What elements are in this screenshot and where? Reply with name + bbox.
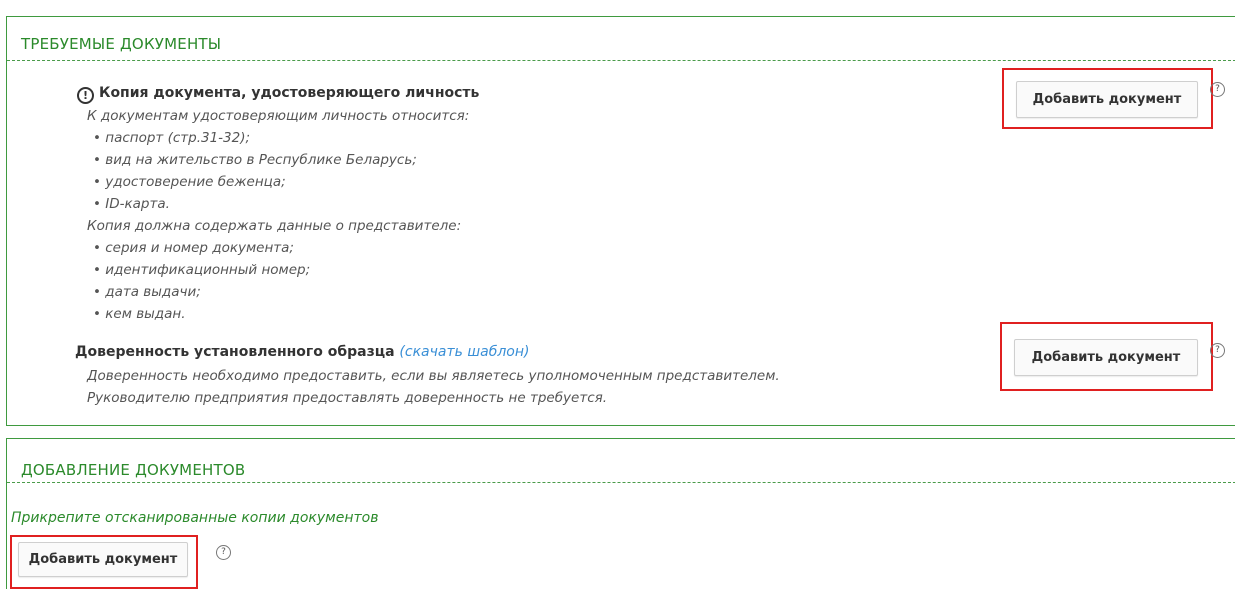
doc-identity-line: К документам удостоверяющим личность отн… [87,108,470,124]
doc-identity-line: • вид на жительство в Республике Беларус… [93,152,417,168]
warning-circle-icon: ! [77,87,94,104]
attach-scans-hint: Прикрепите отсканированные копии докумен… [11,510,379,526]
doc-identity-line: • удостоверение беженца; [93,174,286,190]
download-template-link[interactable]: (скачать шаблон) [399,344,529,360]
add-power-of-attorney-button[interactable]: Добавить документ [1014,339,1198,376]
doc-power-of-attorney-title: Доверенность установленного образца (ска… [75,344,529,360]
help-icon[interactable]: ? [1210,343,1225,358]
doc-poa-line: Доверенность необходимо предоставить, ес… [87,368,780,384]
doc-poa-line: Руководителю предприятия предоставлять д… [87,390,608,406]
doc-identity-title-text: Копия документа, удостоверяющего личност… [99,85,480,101]
add-document-button[interactable]: Добавить документ [18,542,188,577]
doc-power-of-attorney-title-text: Доверенность установленного образца [75,344,395,360]
doc-identity-line: • кем выдан. [93,306,186,322]
add-identity-document-button[interactable]: Добавить документ [1016,81,1198,118]
doc-identity-line: • серия и номер документа; [93,240,294,256]
doc-identity-line: Копия должна содержать данные о представ… [87,218,462,234]
help-icon[interactable]: ? [1210,82,1225,97]
help-icon[interactable]: ? [216,545,231,560]
doc-identity-title: ! Копия документа, удостоверяющего личнос… [77,85,479,104]
doc-identity-line: • паспорт (стр.31-32); [93,130,251,146]
doc-identity-line: • дата выдачи; [93,284,201,300]
doc-identity-line: • идентификационный номер; [93,262,311,278]
required-documents-title: ТРЕБУЕМЫЕ ДОКУМЕНТЫ [7,17,1235,61]
doc-identity-line: • ID-карта. [93,196,170,212]
add-documents-title: ДОБАВЛЕНИЕ ДОКУМЕНТОВ [7,439,1235,483]
